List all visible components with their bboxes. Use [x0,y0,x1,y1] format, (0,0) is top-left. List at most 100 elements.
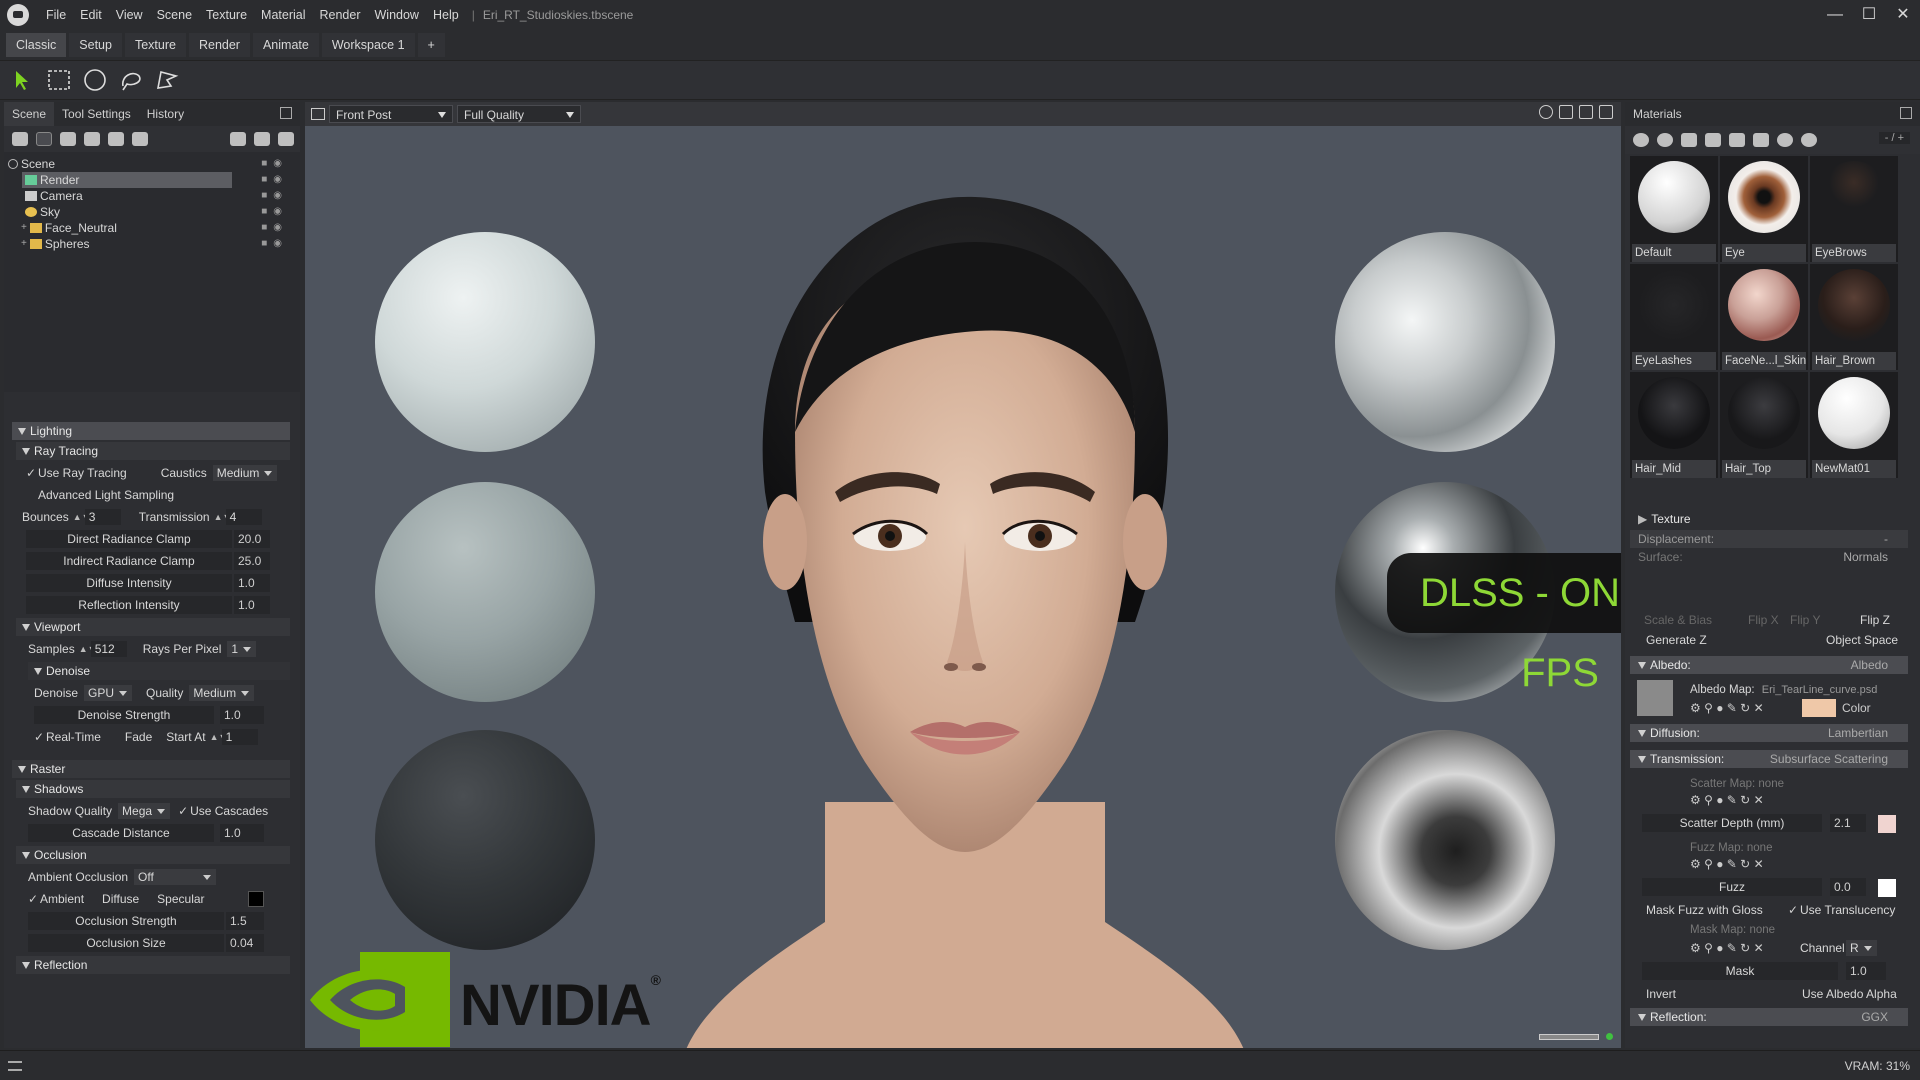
indirect-radiance-slider[interactable]: Indirect Radiance Clamp [26,552,232,570]
scatter-color-swatch[interactable] [1878,815,1896,833]
diffuse-intensity-value[interactable]: 1.0 [234,574,270,592]
section-reflection[interactable]: Reflection: GGX [1630,1008,1908,1026]
section-viewport[interactable]: Viewport [16,618,290,636]
section-transmission[interactable]: Transmission: Subsurface Scattering [1630,750,1908,768]
tree-item-camera[interactable]: Camera ■◉ [4,188,300,204]
zoom-counter[interactable]: - / + [1878,132,1910,144]
caustics-dropdown[interactable]: Medium [212,465,278,481]
denoise-strength-value[interactable]: 1.0 [220,706,264,724]
close-icon[interactable]: ✕ [1886,0,1920,30]
add-mesh-icon[interactable] [12,132,28,146]
albedo-type-dropdown[interactable]: Albedo [1851,656,1888,674]
invert-label[interactable]: Invert [1646,987,1676,1001]
popout-icon[interactable] [1900,107,1912,119]
start-at-field[interactable]: 1 [221,729,258,745]
polygon-select-icon[interactable] [152,65,182,95]
indirect-radiance-value[interactable]: 25.0 [234,552,270,570]
tab-texture[interactable]: Texture [124,33,186,57]
tab-classic[interactable]: Classic [6,33,67,57]
grid-material-icon[interactable] [1681,133,1697,147]
samples-field[interactable]: 512 [90,641,127,657]
channel-dropdown[interactable]: R [1846,940,1877,956]
use-translucency-checkbox[interactable]: ✓ [1788,900,1798,920]
lock-visibility-icon[interactable]: ■◉ [261,220,288,236]
scatter-map-value[interactable]: none [1758,778,1784,790]
use-ray-tracing-checkbox[interactable]: ✓ [26,466,36,480]
bounces-spinner-icon[interactable]: ▲▼ [73,512,91,522]
popout-icon[interactable] [1599,105,1613,119]
shadow-quality-dropdown[interactable]: Mega [118,803,171,819]
folder-icon[interactable] [1705,133,1721,147]
transmission-type-dropdown[interactable]: Subsurface Scattering [1770,750,1888,768]
apply-material-icon[interactable] [1777,133,1793,147]
rays-per-pixel-dropdown[interactable]: 1 [227,641,257,657]
surface-row[interactable]: Surface: Normals [1630,548,1908,566]
new-folder-icon[interactable] [230,132,246,146]
material-hair-top[interactable]: Hair_Top [1720,372,1808,478]
menu-view[interactable]: View [109,8,150,22]
popout-icon[interactable] [280,107,292,119]
rect-select-icon[interactable] [44,65,74,95]
minimize-icon[interactable]: — [1818,0,1852,30]
mask-value[interactable]: 1.0 [1846,962,1886,980]
occlusion-color-swatch[interactable] [248,891,264,907]
reflection-type-dropdown[interactable]: GGX [1861,1008,1888,1026]
flip-y-label[interactable]: Flip Y [1790,610,1820,630]
section-texture[interactable]: ▶ Texture [1630,510,1908,528]
menu-file[interactable]: File [39,8,73,22]
fuzz-slider[interactable]: Fuzz [1642,878,1822,896]
flip-z-label[interactable]: Flip Z [1860,610,1890,630]
material-eyelashes[interactable]: EyeLashes [1630,264,1718,370]
quality-dropdown[interactable]: Full Quality [457,105,581,123]
tree-item-render[interactable]: Render ■◉ [4,172,300,188]
add-object-icon[interactable] [132,132,148,146]
material-newmat01[interactable]: NewMat01 [1810,372,1898,478]
mask-slider[interactable]: Mask [1642,962,1838,980]
settings-gear-icon[interactable] [1539,105,1553,119]
tab-scene[interactable]: Scene [4,102,55,126]
mask-tools-icons[interactable]: ⚙ ⚲ ● ✎ ↻ ✕ [1690,941,1764,955]
menu-material[interactable]: Material [254,8,312,22]
fuzz-tools-row[interactable]: ⚙ ⚲ ● ✎ ↻ ✕ [1630,854,1908,874]
occlusion-size-slider[interactable]: Occlusion Size [28,934,224,952]
transmission-spinner-icon[interactable]: ▲▼ [214,512,232,522]
material-hair-mid[interactable]: Hair_Mid [1630,372,1718,478]
occlusion-strength-slider[interactable]: Occlusion Strength [28,912,224,930]
camera-icon[interactable] [311,108,325,120]
tree-item-spheres[interactable]: + Spheres ■◉ [4,236,300,252]
add-light-icon[interactable] [36,132,52,146]
reflection-intensity-value[interactable]: 1.0 [234,596,270,614]
tab-history[interactable]: History [139,102,192,126]
samples-spinner-icon[interactable]: ▲▼ [79,644,97,654]
section-denoise[interactable]: Denoise [28,662,290,680]
tree-item-scene[interactable]: Scene ■◉ [4,156,300,172]
lock-visibility-icon[interactable]: ■◉ [261,236,288,252]
use-cascades-checkbox[interactable]: ✓ [178,804,188,818]
add-camera-icon[interactable] [60,132,76,146]
section-raster[interactable]: Raster [12,760,290,778]
transmission-field[interactable]: 4 [225,509,262,525]
material-eyebrows[interactable]: EyeBrows [1810,156,1898,262]
section-diffusion[interactable]: Diffusion: Lambertian [1630,724,1908,742]
tab-workspace-1[interactable]: Workspace 1 [321,33,415,57]
tab-setup[interactable]: Setup [69,33,122,57]
ambient-checkbox[interactable]: ✓ [28,892,38,906]
tab-animate[interactable]: Animate [252,33,319,57]
material-hair-brown[interactable]: Hair_Brown [1810,264,1898,370]
menu-texture[interactable]: Texture [199,8,254,22]
cascade-distance-value[interactable]: 1.0 [220,824,264,842]
real-time-checkbox[interactable]: ✓ [34,730,44,744]
tree-item-face-neutral[interactable]: + Face_Neutral ■◉ [4,220,300,236]
albedo-tools-icons[interactable]: ⚙ ⚲ ● ✎ ↻ ✕ [1690,701,1764,715]
occlusion-strength-value[interactable]: 1.5 [226,912,264,930]
material-face-skin[interactable]: FaceNe...l_Skin [1720,264,1808,370]
tab-tool-settings[interactable]: Tool Settings [54,102,139,126]
add-shape-icon[interactable] [108,132,124,146]
mask-fuzz-label[interactable]: Mask Fuzz with Gloss [1646,903,1763,917]
circle-select-icon[interactable] [80,65,110,95]
frame-icon[interactable] [1579,105,1593,119]
menu-render[interactable]: Render [313,8,368,22]
duplicate-icon[interactable] [254,132,270,146]
direct-radiance-slider[interactable]: Direct Radiance Clamp [26,530,232,548]
object-space-label[interactable]: Object Space [1826,630,1898,650]
